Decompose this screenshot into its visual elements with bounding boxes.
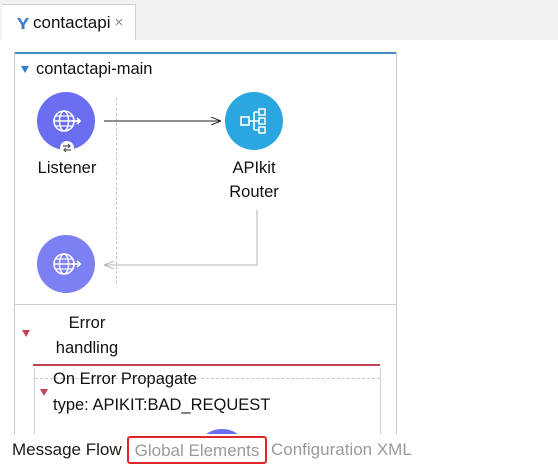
listener-label: Listener <box>37 159 97 177</box>
editor-tab-contactapi[interactable]: contactapi × <box>2 4 136 40</box>
close-icon[interactable]: × <box>115 15 124 30</box>
error-type-text: type: APIKIT:BAD_REQUEST <box>53 396 271 414</box>
editor-tabbar: contactapi × <box>0 0 558 40</box>
error-handling-title-line2: handling <box>55 339 119 357</box>
tab-message-flow[interactable]: Message Flow <box>12 436 122 464</box>
source-badge-icon <box>60 141 74 155</box>
on-error-propagate-title: On Error Propagate <box>53 370 197 388</box>
apikit-router-node[interactable] <box>225 92 283 150</box>
error-handling-title-line1: Error <box>68 314 106 332</box>
editor-tab-label: contactapi <box>33 12 111 32</box>
apikit-router-label-line1: APIkit <box>232 159 276 177</box>
apikit-router-label-line2: Router <box>229 183 279 201</box>
response-node[interactable] <box>37 235 95 293</box>
tab-configuration-xml[interactable]: Configuration XML <box>271 436 412 464</box>
collapse-triangle-icon[interactable] <box>22 330 30 337</box>
apikit-router-label: APIkit Router <box>214 156 294 204</box>
on-error-propagate-scope[interactable]: On Error Propagate type: APIKIT:BAD_REQU… <box>34 368 381 442</box>
globe-arrow-icon <box>53 253 82 275</box>
mule-icon <box>16 16 30 30</box>
error-section-divider <box>15 304 396 305</box>
error-handling-title: Error handling <box>37 311 137 361</box>
tab-global-elements[interactable]: Global Elements <box>127 436 267 464</box>
editor-bottom-tabs: Message Flow Global Elements Configurati… <box>0 434 558 470</box>
flow-canvas: contactapi-main Listener APIkit Router E… <box>14 52 397 442</box>
router-icon <box>240 108 266 134</box>
globe-arrow-icon <box>53 110 82 132</box>
collapse-triangle-icon[interactable] <box>40 389 48 396</box>
error-handling-accent-line <box>33 364 380 366</box>
connector-router-to-response <box>105 210 258 265</box>
